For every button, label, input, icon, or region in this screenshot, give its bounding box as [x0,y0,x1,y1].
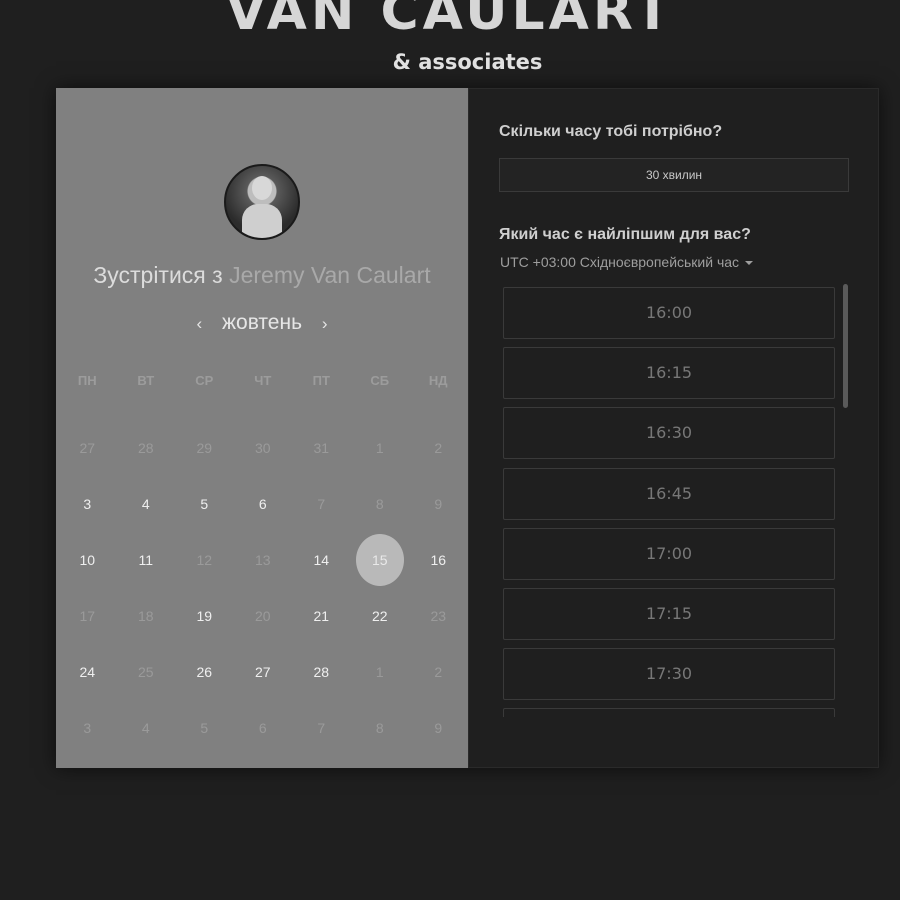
calendar-week: 3 4 5 6 7 8 9 [58,700,468,756]
calendar-day[interactable]: 10 [58,534,117,586]
calendar-grid: 27 28 29 30 31 1 2 3 4 5 6 7 8 9 10 11 12 13 14 15 16 17 18 19 2… [58,420,468,756]
duration-select[interactable]: 30 хвилин [499,158,849,192]
calendar-day: 25 [137,664,154,680]
calendar-day: 8 [375,496,384,512]
time-question: Який час є найліпшим для вас? [499,226,751,243]
calendar-day: 29 [196,440,213,456]
weekday-header: ПН ВТ СР ЧТ ПТ СБ НД [58,373,468,388]
calendar-day: 2 [434,664,443,680]
calendar-day[interactable]: 19 [175,590,234,642]
calendar-day[interactable]: 16 [409,534,468,586]
time-slot-button[interactable]: 16:45 [503,467,835,520]
calendar-day: 8 [375,720,384,736]
weekday-label: СР [195,373,214,388]
time-slot-button[interactable] [503,708,835,717]
calendar-day[interactable]: 6 [234,478,293,530]
weekday-label: ПН [77,373,97,388]
time-slot-list: 16:00 16:15 16:30 16:45 17:00 17:15 17:30 [503,287,835,717]
calendar-day[interactable]: 3 [58,478,117,530]
calendar-day: 23 [430,608,447,624]
meet-prefix: Зустрітися з [93,262,223,288]
time-slot-button[interactable]: 17:30 [503,648,835,701]
calendar-day: 17 [79,608,96,624]
calendar-day[interactable]: 11 [117,534,176,586]
brand-subtitle: & associates [392,50,543,74]
weekday-label: НД [428,373,448,388]
booking-card: Зустрітися з Jeremy Van Caulart ‹ жовтен… [56,88,879,768]
calendar-week: 3456 7 8 9 [58,476,468,532]
calendar-day[interactable]: 21 [292,590,351,642]
time-panel: Скільки часу тобі потрібно? 30 хвилин Як… [468,88,879,768]
scrollbar[interactable] [843,284,848,408]
prev-month-icon[interactable]: ‹ [182,314,216,333]
calendar-day: 9 [434,720,443,736]
time-slot-button[interactable]: 17:00 [503,527,835,580]
month-navigator: ‹ жовтень › [56,311,468,335]
calendar-week: 17 18 19 20 21 22 23 [58,588,468,644]
timezone-select[interactable]: UTC +03:00 Східноєвропейський час [500,254,754,270]
calendar-day[interactable]: 4 [117,478,176,530]
calendar-day: 3 [83,720,92,736]
calendar-week: 24 25 26 27 28 1 2 [58,644,468,700]
calendar-day: 7 [317,720,326,736]
calendar-day: 12 [196,552,213,568]
calendar-week: 10 11 12 13 14 15 16 [58,532,468,588]
weekday-label: ЧТ [254,373,272,388]
calendar-day[interactable]: 27 [234,646,293,698]
calendar-day: 6 [258,720,267,736]
calendar-day: 27 [79,440,96,456]
caret-down-icon [745,261,754,266]
month-label: жовтень [221,311,303,334]
calendar-panel: Зустрітися з Jeremy Van Caulart ‹ жовтен… [56,88,468,768]
weekday-label: СБ [370,373,390,388]
calendar-day: 4 [141,720,150,736]
calendar-week: 27 28 29 30 31 1 2 [58,420,468,476]
time-slot-button[interactable]: 17:15 [503,587,835,640]
time-slot-button[interactable]: 16:30 [503,407,835,460]
calendar-day: 28 [137,440,154,456]
brand-title: VAN CAULART [225,0,675,42]
calendar-day-selected[interactable]: 15 [351,534,410,586]
calendar-day[interactable]: 5 [175,478,234,530]
duration-question: Скільки часу тобі потрібно? [499,123,723,140]
calendar-day: 20 [254,608,271,624]
weekday-label: ВТ [137,373,155,388]
host-name: Jeremy Van Caulart [229,262,431,288]
calendar-day: 1 [375,440,384,456]
calendar-day: 31 [313,440,330,456]
calendar-day: 5 [200,720,209,736]
time-slot-button[interactable]: 16:00 [503,287,835,339]
calendar-day: 18 [137,608,154,624]
host-avatar [224,164,300,240]
calendar-day: 9 [434,496,443,512]
time-slot-button[interactable]: 16:15 [503,347,835,400]
calendar-day[interactable]: 14 [292,534,351,586]
calendar-day: 7 [317,496,326,512]
meet-title: Зустрітися з Jeremy Van Caulart [56,262,468,289]
calendar-day[interactable]: 26 [175,646,234,698]
calendar-day[interactable]: 22 [351,590,410,642]
calendar-day: 30 [254,440,271,456]
calendar-day: 2 [434,440,443,456]
calendar-day: 1 [375,664,384,680]
timezone-label: UTC +03:00 Східноєвропейський час [500,254,740,270]
weekday-label: ПТ [312,373,330,388]
calendar-day[interactable]: 24 [58,646,117,698]
next-month-icon[interactable]: › [308,314,342,333]
calendar-day: 13 [254,552,271,568]
calendar-day[interactable]: 28 [292,646,351,698]
